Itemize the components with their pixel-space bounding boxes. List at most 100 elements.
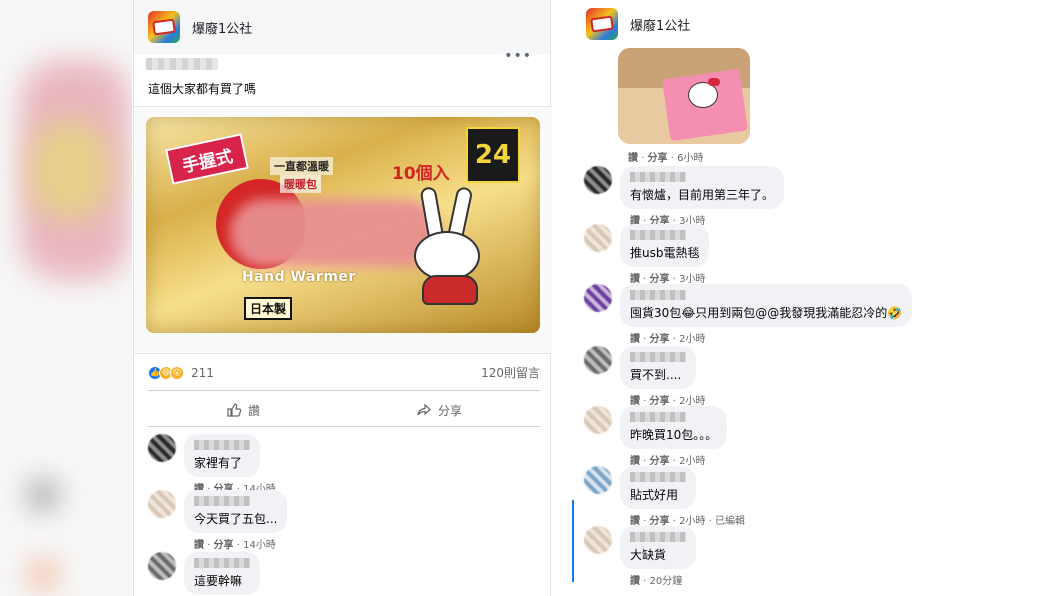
logo-mark — [590, 15, 614, 33]
reaction-summary[interactable]: 👍 😆 😮 211 — [148, 365, 214, 380]
comment-body: 這要幹嘛 — [184, 552, 260, 595]
comment-body: 貼式好用 讚 · 分享 · 2小時 · 已編輯 — [620, 466, 745, 527]
comment-body: 大缺貨 讚 · 20分鐘 — [620, 526, 696, 587]
comment-photo[interactable] — [618, 48, 750, 144]
page-name[interactable]: 爆廢1公社 — [630, 15, 690, 34]
edited-label[interactable]: 已編輯 — [715, 516, 745, 527]
pack-product: 暖暖包 — [280, 175, 321, 193]
share-label: 分享 — [437, 403, 462, 418]
share-button[interactable]: 分享 — [416, 402, 462, 419]
comment-body: 推usb電熱毯 讚 · 分享 · 3小時 — [620, 224, 710, 285]
like-button[interactable]: 讚 — [226, 402, 260, 419]
blurred-commenter-name[interactable] — [630, 172, 686, 182]
comment-like-link[interactable]: 讚 — [630, 576, 640, 587]
comment-body: 今天買了五包... 讚 · 分享 · 14小時 — [184, 490, 288, 551]
comment: 囤貨30包😂只用到兩包@@我發現我滿能忍冷的🤣 讚 · 分享 · 2小時 — [584, 284, 913, 345]
pack-slogan: 一直都溫暖 — [270, 157, 333, 175]
page-logo[interactable] — [148, 11, 180, 43]
blur-blob — [28, 560, 58, 590]
comment-text: 貼式好用 — [630, 488, 679, 502]
comment-like-link[interactable]: 讚 — [628, 153, 638, 164]
blurred-commenter-name[interactable] — [194, 496, 250, 506]
comment: 大缺貨 讚 · 20分鐘 — [584, 526, 696, 587]
comment-text: 今天買了五包... — [194, 512, 278, 526]
blurred-commenter-name[interactable] — [630, 412, 686, 422]
post-image[interactable]: 手握式 一直都溫暖 暖暖包 10個入 24 Hand Warmer 日本製 — [134, 106, 552, 354]
avatar[interactable] — [584, 346, 612, 374]
more-options-icon[interactable]: ••• — [504, 48, 532, 64]
blurred-commenter-name[interactable] — [194, 440, 250, 450]
comments-count[interactable]: 120則留言 — [481, 364, 540, 381]
comment-share-link[interactable]: 分享 — [650, 334, 670, 345]
comment: 這要幹嘛 — [148, 552, 260, 595]
comment-meta: 讚 · 20分鐘 — [630, 576, 683, 587]
comment-bubble: 家裡有了 — [184, 434, 260, 477]
reactions-row: 👍 😆 😮 211 120則留言 — [148, 364, 540, 381]
thumbs-up-icon — [227, 403, 242, 417]
thread-line — [572, 500, 574, 582]
avatar[interactable] — [584, 526, 612, 554]
comment-bubble: 有懷爐，目前用第三年了。 — [620, 166, 785, 209]
comment-text: 推usb電熱毯 — [630, 246, 700, 260]
avatar[interactable] — [584, 406, 612, 434]
comment-like-link[interactable]: 讚 — [630, 334, 640, 345]
blurred-commenter-name[interactable] — [630, 352, 686, 362]
comment-time[interactable]: 20分鐘 — [650, 576, 683, 587]
avatar[interactable] — [584, 224, 612, 252]
blurred-author-name[interactable] — [146, 58, 218, 70]
comment-share-link[interactable]: 分享 — [648, 153, 668, 164]
hand-warmer-package: 手握式 一直都溫暖 暖暖包 10個入 24 Hand Warmer 日本製 — [146, 117, 540, 333]
pack-tag: 手握式 — [165, 133, 249, 185]
avatar[interactable] — [148, 434, 176, 462]
comment-share-link[interactable]: 分享 — [214, 540, 234, 551]
avatar[interactable] — [148, 490, 176, 518]
like-label: 讚 — [247, 403, 260, 418]
page-header: 爆廢1公社 — [568, 0, 926, 48]
comment-text: 昨晚買10包。。。 — [630, 428, 718, 442]
comment-bubble: 推usb電熱毯 — [620, 224, 710, 267]
comment-meta: 讚 · 分享 · 2小時 · 已編輯 — [630, 516, 746, 527]
comment-like-link[interactable]: 讚 — [194, 540, 204, 551]
pack-brand-text: Hand Warmer — [242, 269, 356, 285]
rabbit-mascot — [404, 185, 500, 305]
comment-time[interactable]: 14小時 — [243, 540, 276, 551]
comment-text: 這要幹嘛 — [194, 574, 243, 588]
comment-body: 有懷爐，目前用第三年了。 讚 · 分享 · 3小時 — [620, 166, 785, 227]
rabbit-head — [414, 231, 480, 281]
logo-mark — [152, 18, 176, 36]
share-icon — [417, 403, 431, 416]
blurred-commenter-name[interactable] — [194, 558, 250, 568]
comment: 有懷爐，目前用第三年了。 讚 · 分享 · 3小時 — [584, 166, 785, 227]
comment-meta: 讚 · 分享 · 2小時 — [630, 334, 706, 345]
action-bar: 讚 分享 — [148, 396, 540, 424]
blurred-commenter-name[interactable] — [630, 290, 686, 300]
blurred-commenter-name[interactable] — [630, 532, 686, 542]
pack-hours-badge: 24 — [466, 127, 520, 183]
comment-body: 昨晚買10包。。。 讚 · 分享 · 2小時 — [620, 406, 728, 467]
blurred-commenter-name[interactable] — [630, 472, 686, 482]
page-name[interactable]: 爆廢1公社 — [192, 18, 252, 37]
comment-text: 囤貨30包😂只用到兩包@@我發現我滿能忍冷的🤣 — [630, 306, 903, 320]
pack-origin: 日本製 — [244, 297, 293, 320]
page-logo[interactable] — [586, 8, 618, 40]
avatar[interactable] — [584, 466, 612, 494]
comment-bubble: 囤貨30包😂只用到兩包@@我發現我滿能忍冷的🤣 — [620, 284, 913, 327]
comment-meta: 讚 · 分享 · 2小時 — [630, 456, 706, 467]
comment-text: 有懷爐，目前用第三年了。 — [630, 188, 775, 202]
wow-reaction-icon: 😮 — [170, 365, 184, 380]
blurred-commenter-name[interactable] — [630, 230, 686, 240]
comment-bubble: 買不到.... — [620, 346, 696, 389]
comment-meta: 讚 · 分享 · 3小時 — [630, 274, 706, 285]
comment-time[interactable]: 2小時 — [679, 334, 705, 345]
blur-blob — [28, 480, 58, 510]
divider — [148, 426, 540, 427]
comment: 推usb電熱毯 讚 · 分享 · 3小時 — [584, 224, 710, 285]
avatar[interactable] — [584, 284, 612, 312]
comment: 買不到.... 讚 · 分享 · 2小時 — [584, 346, 705, 407]
page-header: 爆廢1公社 — [134, 0, 550, 54]
avatar[interactable] — [584, 166, 612, 194]
comment-time[interactable]: 6小時 — [677, 153, 703, 164]
avatar[interactable] — [148, 552, 176, 580]
comment-text: 買不到.... — [630, 368, 682, 382]
comment: 貼式好用 讚 · 分享 · 2小時 · 已編輯 — [584, 466, 745, 527]
